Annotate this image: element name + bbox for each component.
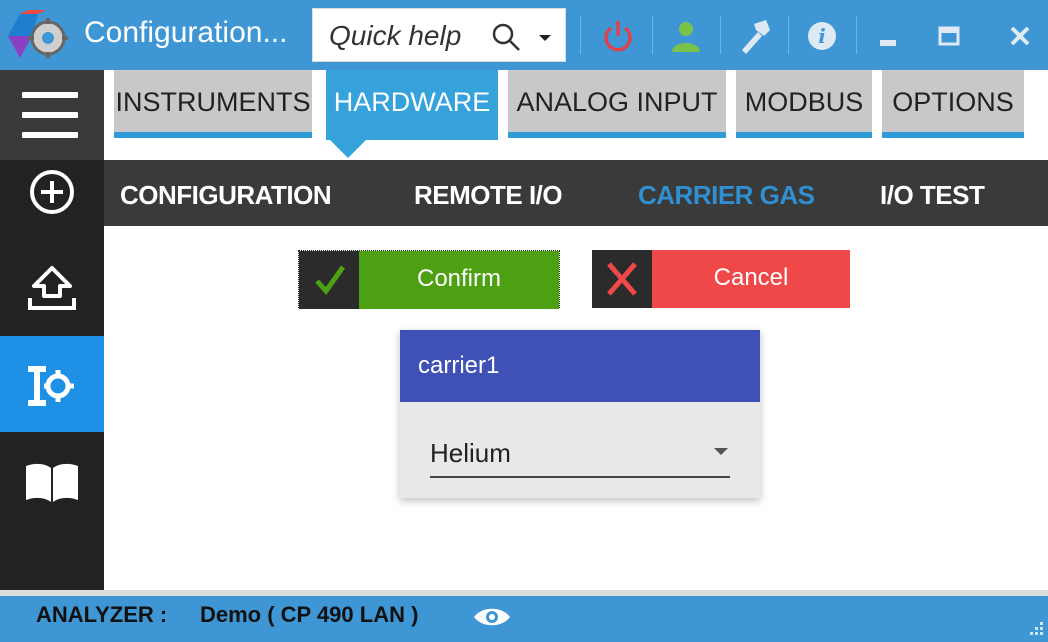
sidebar-item-hardware-settings[interactable] <box>0 336 104 432</box>
carrier-card: carrier1 <box>400 330 760 498</box>
active-tab-pointer <box>328 138 368 158</box>
title-bar: Configuration... Quick help i <box>0 0 1048 70</box>
tab-hardware[interactable]: HARDWARE <box>326 70 498 140</box>
maximize-icon[interactable] <box>932 16 972 56</box>
sidebar <box>0 70 104 590</box>
power-icon[interactable] <box>598 16 638 56</box>
tools-icon[interactable] <box>734 16 774 56</box>
tab-modbus[interactable]: MODBUS <box>736 70 872 138</box>
cancel-label: Cancel <box>652 250 850 308</box>
resize-grip-icon[interactable] <box>1026 618 1044 636</box>
user-icon[interactable] <box>666 16 706 56</box>
close-icon[interactable] <box>1000 16 1040 56</box>
sidebar-item-add[interactable] <box>0 142 104 238</box>
toolbar-separator <box>856 16 857 54</box>
eye-icon[interactable] <box>472 606 512 628</box>
book-icon <box>26 463 78 502</box>
analyzer-value: Demo ( CP 490 LAN ) <box>200 602 419 627</box>
subtab-carrier-gas[interactable]: CARRIER GAS <box>638 180 815 211</box>
minimize-icon[interactable] <box>872 16 912 56</box>
upload-icon <box>28 266 76 310</box>
add-icon <box>30 170 74 214</box>
gas-select[interactable]: Helium <box>430 438 511 469</box>
subtab-remote-io[interactable]: REMOTE I/O <box>414 180 563 211</box>
quick-help-search[interactable]: Quick help <box>312 8 566 62</box>
carrier-card-title: carrier1 <box>400 330 760 402</box>
tab-options[interactable]: OPTIONS <box>882 70 1024 138</box>
settings-tools-icon <box>28 366 74 406</box>
toolbar-separator <box>652 16 653 54</box>
toolbar-separator <box>580 16 581 54</box>
confirm-label: Confirm <box>359 251 559 309</box>
sidebar-item-docs[interactable] <box>0 432 104 528</box>
x-icon <box>607 262 637 296</box>
toolbar-separator <box>720 16 721 54</box>
search-icon[interactable] <box>491 22 521 52</box>
checkmark-icon <box>315 265 346 295</box>
tab-instruments[interactable]: INSTRUMENTS <box>114 70 312 138</box>
cancel-button[interactable]: Cancel <box>592 250 850 308</box>
subtab-io-test[interactable]: I/O TEST <box>880 180 985 211</box>
info-icon[interactable]: i <box>802 16 842 56</box>
chevron-down-icon[interactable] <box>714 448 728 455</box>
svg-text:i: i <box>818 24 826 48</box>
app-logo-icon <box>8 10 68 58</box>
confirm-button[interactable]: Confirm <box>298 250 560 309</box>
window-title: Configuration... <box>84 16 288 49</box>
subtab-configuration[interactable]: CONFIGURATION <box>120 180 332 211</box>
chevron-down-icon[interactable] <box>535 27 555 47</box>
toolbar-separator <box>788 16 789 54</box>
tab-analog-input[interactable]: ANALOG INPUT <box>508 70 726 138</box>
quick-help-placeholder: Quick help <box>329 20 462 51</box>
gas-select-underline <box>430 476 730 478</box>
sidebar-item-upload[interactable] <box>0 238 104 334</box>
analyzer-label: ANALYZER : <box>36 602 168 627</box>
